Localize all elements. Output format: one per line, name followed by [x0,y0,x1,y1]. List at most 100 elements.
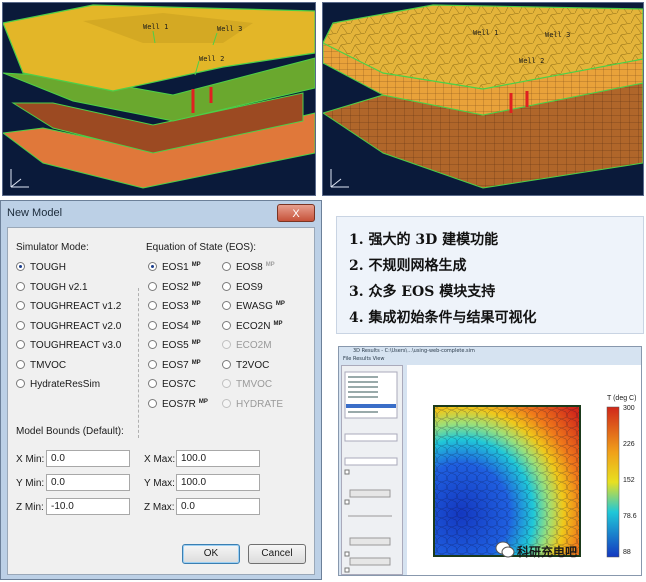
radio-option-eos9[interactable]: EOS9 [222,281,263,293]
radio-option-eos3[interactable]: EOS3 MP [148,301,201,312]
radio-label: TOUGHREACT v1.2 [30,301,122,312]
x-max-field[interactable] [176,450,260,467]
wechat-icon [495,541,515,558]
radio-option-eos8[interactable]: EOS8 MP [222,262,275,273]
mp-badge: MP [198,398,208,405]
radio-button[interactable] [16,359,25,369]
well-1-label: Well 1 [143,23,169,31]
radio-option-eos7c[interactable]: EOS7C [148,379,196,390]
well-2-label: Well 2 [199,55,225,63]
radio-option-hydrateressim[interactable]: HydrateResSim [16,379,100,390]
colorbar-tick: 152 [623,477,635,484]
radio-label: T2VOC [236,359,270,371]
radio-button[interactable] [148,320,157,330]
results-menu-bar[interactable]: File Results View [343,356,384,362]
radio-option-eos4[interactable]: EOS4 MP [148,320,201,332]
radio-option-toughreact-v3-0[interactable]: TOUGHREACT v3.0 [16,340,121,351]
radio-button[interactable] [222,301,231,310]
mp-badge: MP [191,301,201,307]
cancel-button[interactable]: Cancel [248,544,306,564]
radio-option-toughreact-v1-2[interactable]: TOUGHREACT v1.2 [16,301,121,312]
results-window: 3D Results - C:\Users\...\using-web-comp… [338,346,642,576]
y-max-field[interactable] [176,474,260,491]
radio-button[interactable] [222,359,231,369]
feature-item: 1. 强大的 3D 建模功能 [349,232,499,248]
radio-option-eos7[interactable]: EOS7 MP [148,359,201,371]
mp-badge: MP [191,320,201,327]
close-button[interactable]: X [277,204,315,222]
z-min-label: Z Min: [16,502,44,513]
radio-label: EOS7R [162,398,196,410]
radio-button[interactable] [16,301,25,310]
radio-option-tough[interactable]: TOUGH [16,262,66,273]
radio-label: TMVOC [30,359,67,371]
watermark-text: 科研充电吧 [517,545,578,559]
radio-button[interactable] [222,320,231,330]
radio-button[interactable] [148,301,157,310]
radio-option-ewasg[interactable]: EWASG MP [222,301,285,312]
radio-label: EOS7 [162,359,189,371]
feature-item: 2. 不规则网格生成 [349,258,467,274]
z-max-field[interactable] [176,498,260,515]
radio-option-tmvoc[interactable]: TMVOC [16,359,67,371]
radio-label: HYDRATE [236,398,284,410]
radio-label: TOUGHREACT v2.0 [30,320,122,332]
radio-button[interactable] [148,281,157,291]
geology-view-layered[interactable]: Well 1 Well 3 Well 2 [2,2,316,196]
z-min-field[interactable] [46,498,130,515]
radio-button[interactable] [16,281,25,291]
new-model-dialog: New Model X Simulator Mode: TOUGH TOUGH v… [0,200,322,580]
radio-option-eos5[interactable]: EOS5 MP [148,340,201,351]
radio-button[interactable] [148,262,157,271]
colorbar-tick: 78.6 [623,513,637,520]
radio-option-eos7r[interactable]: EOS7R MP [148,398,208,410]
radio-option-eos1[interactable]: EOS1 MP [148,262,201,273]
radio-option-toughreact-v2-0[interactable]: TOUGHREACT v2.0 [16,320,122,332]
radio-option-t2voc[interactable]: T2VOC [222,359,270,371]
radio-label: TOUGHREACT v3.0 [30,340,122,351]
feature-list: 1. 强大的 3D 建模功能 2. 不规则网格生成 3. 众多 EOS 模块支持… [336,216,644,334]
y-min-field[interactable] [46,474,130,491]
radio-option-eco2n[interactable]: ECO2N MP [222,320,282,332]
well-3-label: Well 3 [545,31,571,39]
radio-label: TMVOC [236,379,273,390]
y-min-label: Y Min: [16,478,45,489]
radio-button[interactable] [148,379,157,388]
simulator-mode-label: Simulator Mode: [16,242,89,253]
radio-label: EOS4 [162,320,189,332]
radio-button [222,379,231,388]
radio-option-eos2[interactable]: EOS2 MP [148,281,201,293]
x-min-field[interactable] [46,450,130,467]
geology-view-gridded[interactable]: Well 1 Well 3 Well 2 [322,2,644,196]
radio-label: HydrateResSim [30,379,101,390]
radio-label: EOS7C [162,379,196,390]
radio-button[interactable] [16,320,25,330]
radio-option-tough-v2-1[interactable]: TOUGH v2.1 [16,281,88,293]
dialog-title: New Model [7,207,63,219]
radio-button[interactable] [148,340,157,349]
model-bounds-label: Model Bounds (Default): [16,426,124,437]
axis-gizmo-icon [330,169,349,188]
radio-button[interactable] [148,359,157,369]
radio-button [222,398,231,408]
radio-button[interactable] [222,262,231,271]
results-side-panel[interactable] [341,365,403,575]
dialog-body: Simulator Mode: TOUGH TOUGH v2.1 TOUGHREAC… [7,227,315,575]
radio-button[interactable] [16,262,25,271]
radio-label: TOUGH [30,262,66,273]
radio-button[interactable] [16,379,25,388]
radio-button[interactable] [148,398,157,408]
mp-badge: MP [265,262,275,268]
radio-label: EWASG [236,301,273,312]
radio-button[interactable] [222,281,231,291]
z-max-label: Z Max: [144,502,175,513]
ok-button[interactable]: OK [182,544,240,564]
radio-option-hydrate: HYDRATE [222,398,284,410]
radio-label: TOUGH v2.1 [30,281,88,293]
mp-badge: MP [275,301,285,307]
feature-item: 4. 集成初始条件与结果可视化 [349,310,537,326]
radio-label: EOS3 [162,301,189,312]
side-panel-controls [344,371,398,573]
radio-label: EOS2 [162,281,189,293]
radio-button[interactable] [16,340,25,349]
